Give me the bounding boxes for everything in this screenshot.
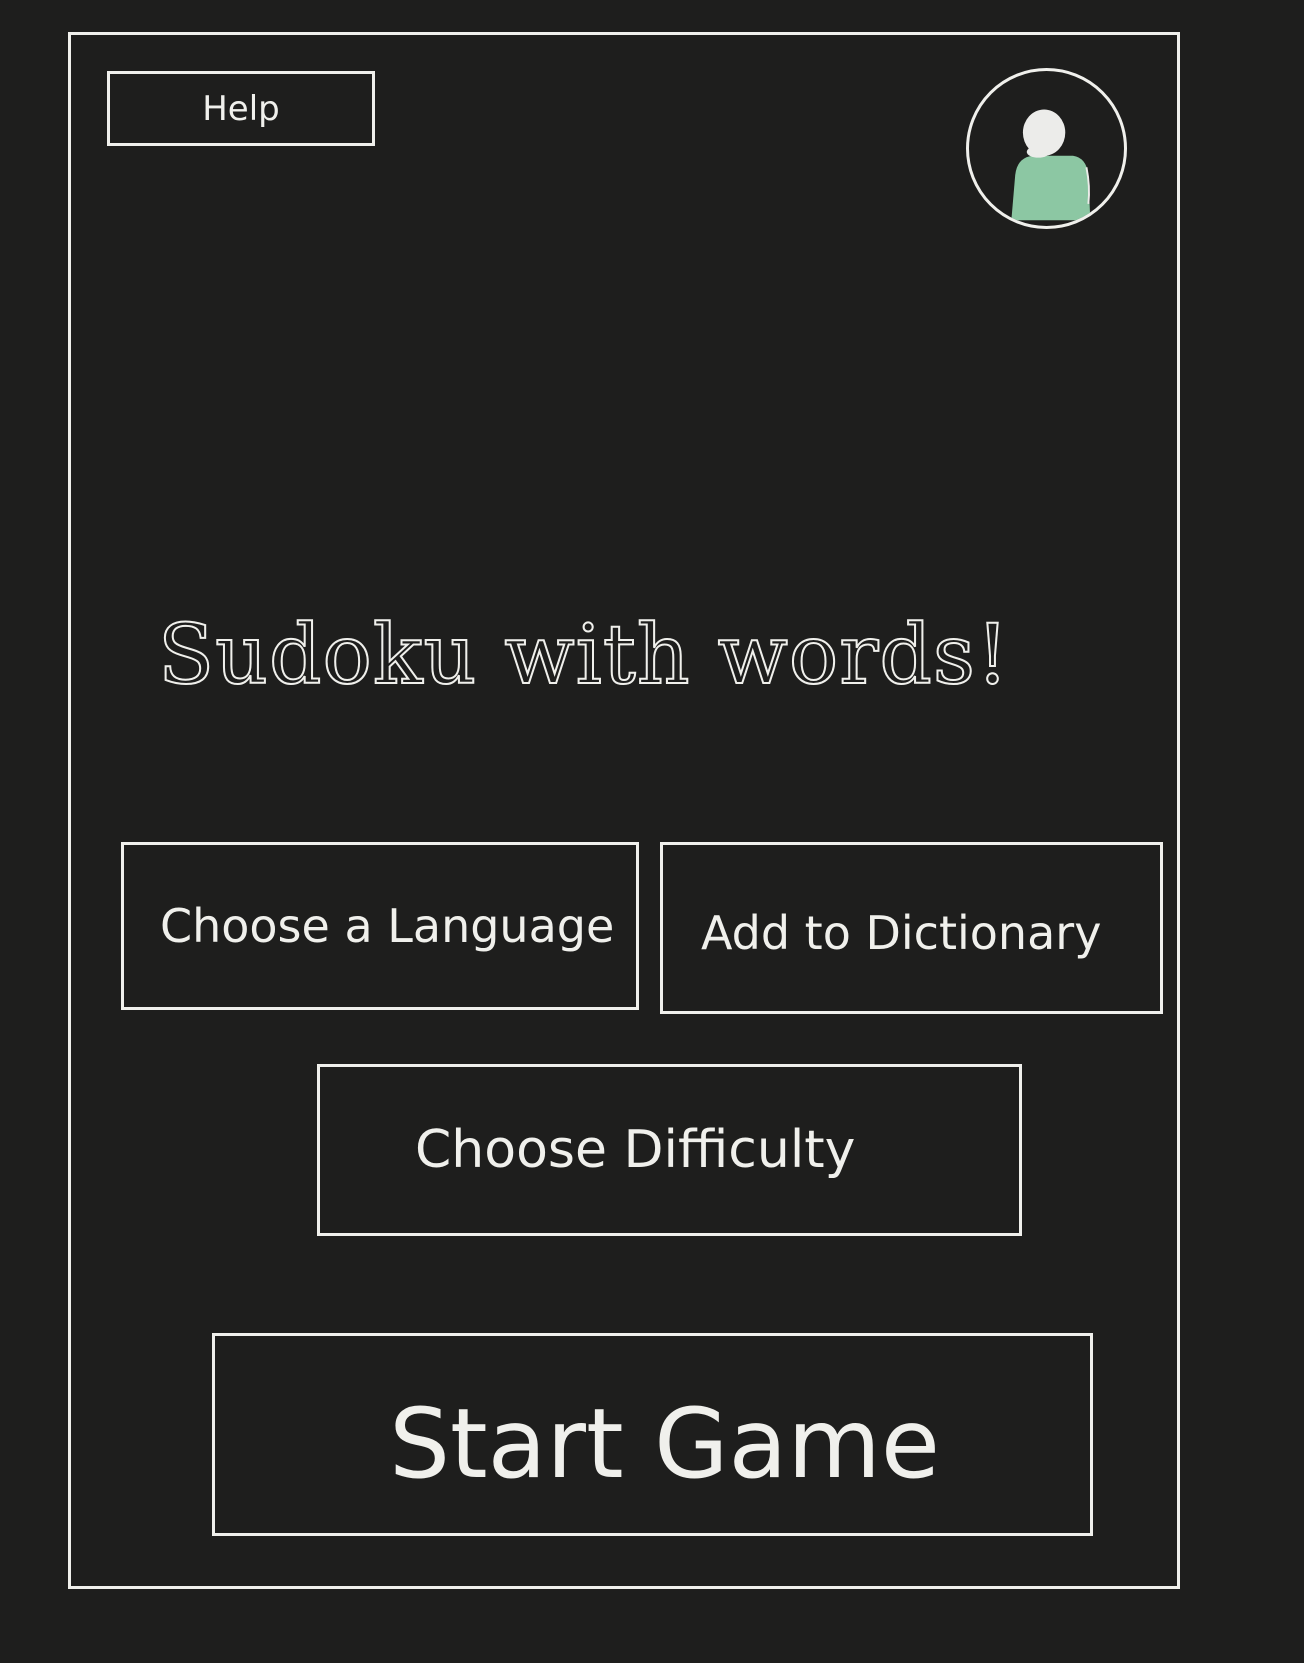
user-avatar-icon [1011, 109, 1091, 221]
choose-difficulty-button[interactable]: Choose Difficulty [317, 1064, 1022, 1236]
add-to-dictionary-button[interactable]: Add to Dictionary [660, 842, 1163, 1014]
start-game-button[interactable]: Start Game [212, 1333, 1093, 1536]
help-button[interactable]: Help [107, 71, 375, 146]
game-title: Sudoku with words! [157, 607, 1010, 704]
profile-avatar[interactable] [966, 68, 1127, 229]
choose-language-button[interactable]: Choose a Language [121, 842, 639, 1010]
